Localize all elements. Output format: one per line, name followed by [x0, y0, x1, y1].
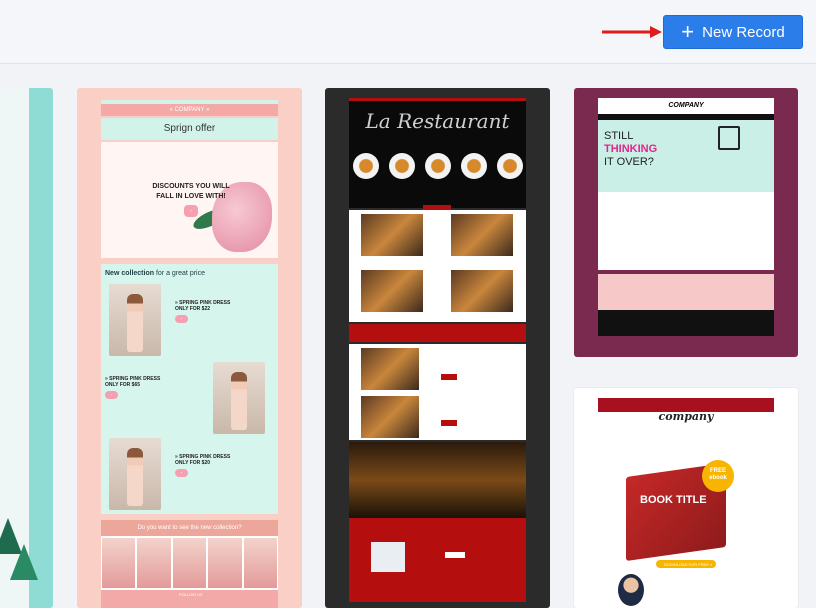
- download-button: DOWNLOAD FOR FREE »: [656, 560, 716, 568]
- template-footer: [598, 310, 774, 336]
- dish-image: [353, 153, 379, 179]
- template-grid: « COMPANY » Sprign offer DISCOUNTS YOU W…: [0, 64, 816, 608]
- product-price: ONLY FOR $20: [175, 460, 211, 466]
- restaurant-hero: La Restaurant: [349, 98, 526, 211]
- hero-text: DISCOUNTS YOU WILL FALL IN LOVE WITH!: [152, 183, 230, 200]
- product-item: » SPRING PINK DRESS ONLY FOR $20 ›: [175, 454, 265, 477]
- contact-section: [349, 518, 526, 602]
- template-card-abandoned-cart[interactable]: COMPANY STILL THINKING IT OVER?: [574, 88, 798, 357]
- hero-headline: DISCOUNTS YOU WILL FALL IN LOVE WITH! ›: [151, 182, 231, 217]
- restaurant-title: La Restaurant: [365, 109, 510, 133]
- dish-photo: [451, 214, 513, 256]
- plus-icon: +: [681, 19, 695, 44]
- template-card-spring-offer[interactable]: « COMPANY » Sprign offer DISCOUNTS YOU W…: [77, 88, 302, 608]
- headline-line: IT OVER?: [604, 156, 654, 168]
- dish-image: [461, 153, 487, 179]
- cart-item-list: [598, 192, 774, 270]
- model-photo-strip: [101, 536, 278, 590]
- dish-photo: [361, 214, 423, 256]
- company-brand: COMPANY: [598, 98, 774, 114]
- template-card-ebook[interactable]: company BOOK TITLE FREE ebook DOWNLOAD F…: [574, 388, 798, 608]
- map-image: [371, 542, 405, 572]
- product-price: ONLY FOR $65: [105, 382, 141, 388]
- collection-title: New collection for a great price: [105, 270, 205, 277]
- company-label: « COMPANY »: [101, 104, 278, 116]
- shopping-bag-icon: [718, 126, 740, 150]
- download-label: DOWNLOAD FOR FREE »: [664, 562, 713, 567]
- collection-cta: Do you want to see the new collection?: [101, 520, 278, 536]
- product-photo: [213, 362, 265, 434]
- top-toolbar: + New Record: [0, 0, 816, 64]
- dish-photo: [361, 348, 419, 390]
- product-item: » SPRING PINK DRESS ONLY FOR $65 ›: [105, 376, 195, 399]
- hero-banner: DISCOUNTS YOU WILL FALL IN LOVE WITH! ›: [101, 142, 278, 258]
- template-footer: FOLLOW US: [101, 590, 278, 608]
- arrow-annotation-icon: [602, 26, 662, 38]
- order-button: [441, 374, 457, 380]
- product-photo: [109, 438, 161, 510]
- dish-image: [389, 153, 415, 179]
- company-brand: company: [658, 410, 714, 423]
- product-photo: [109, 284, 161, 356]
- order-button: [441, 420, 457, 426]
- headline-line: STILL: [604, 130, 634, 142]
- dish-photo: [361, 270, 423, 312]
- tree-illustration: [10, 544, 38, 580]
- headline-line: THINKING: [604, 143, 658, 155]
- avatar: [618, 574, 644, 606]
- collection-section: New collection for a great price » SPRIN…: [101, 264, 278, 514]
- product-item: » SPRING PINK DRESS ONLY FOR $22 ›: [175, 300, 265, 323]
- free-ebook-badge: FREE ebook: [702, 460, 734, 492]
- product-price: ONLY FOR $22: [175, 306, 211, 312]
- interior-photo: [349, 442, 526, 518]
- template-card-winter[interactable]: [0, 88, 53, 608]
- dish-image: [425, 153, 451, 179]
- product-pill: ›: [175, 315, 189, 323]
- dish-photo: [451, 270, 513, 312]
- new-record-button[interactable]: + New Record: [663, 15, 803, 49]
- new-record-label: New Record: [702, 23, 785, 41]
- offer-title: Sprign offer: [101, 118, 278, 140]
- template-card-restaurant[interactable]: La Restaurant: [325, 88, 550, 608]
- card-accent-stripe: [29, 88, 53, 608]
- cart-headline: STILL THINKING IT OVER?: [604, 130, 657, 169]
- product-pill: ›: [175, 469, 189, 477]
- cart-hero: STILL THINKING IT OVER?: [598, 120, 774, 192]
- collection-title-bold: New collection: [105, 270, 155, 277]
- book-button: [445, 552, 465, 558]
- follow-label: FOLLOW US: [179, 592, 203, 597]
- book-title: BOOK TITLE: [640, 494, 707, 506]
- menu-section: [349, 344, 526, 440]
- dish-photo: [361, 396, 419, 438]
- dish-grid: [349, 210, 526, 322]
- shipping-info: [598, 274, 774, 310]
- collection-title-rest: for a great price: [155, 270, 205, 277]
- promo-banner: [349, 324, 526, 342]
- dish-image: [497, 153, 523, 179]
- product-pill: ›: [105, 391, 119, 399]
- see-more-pill: ›: [184, 205, 198, 217]
